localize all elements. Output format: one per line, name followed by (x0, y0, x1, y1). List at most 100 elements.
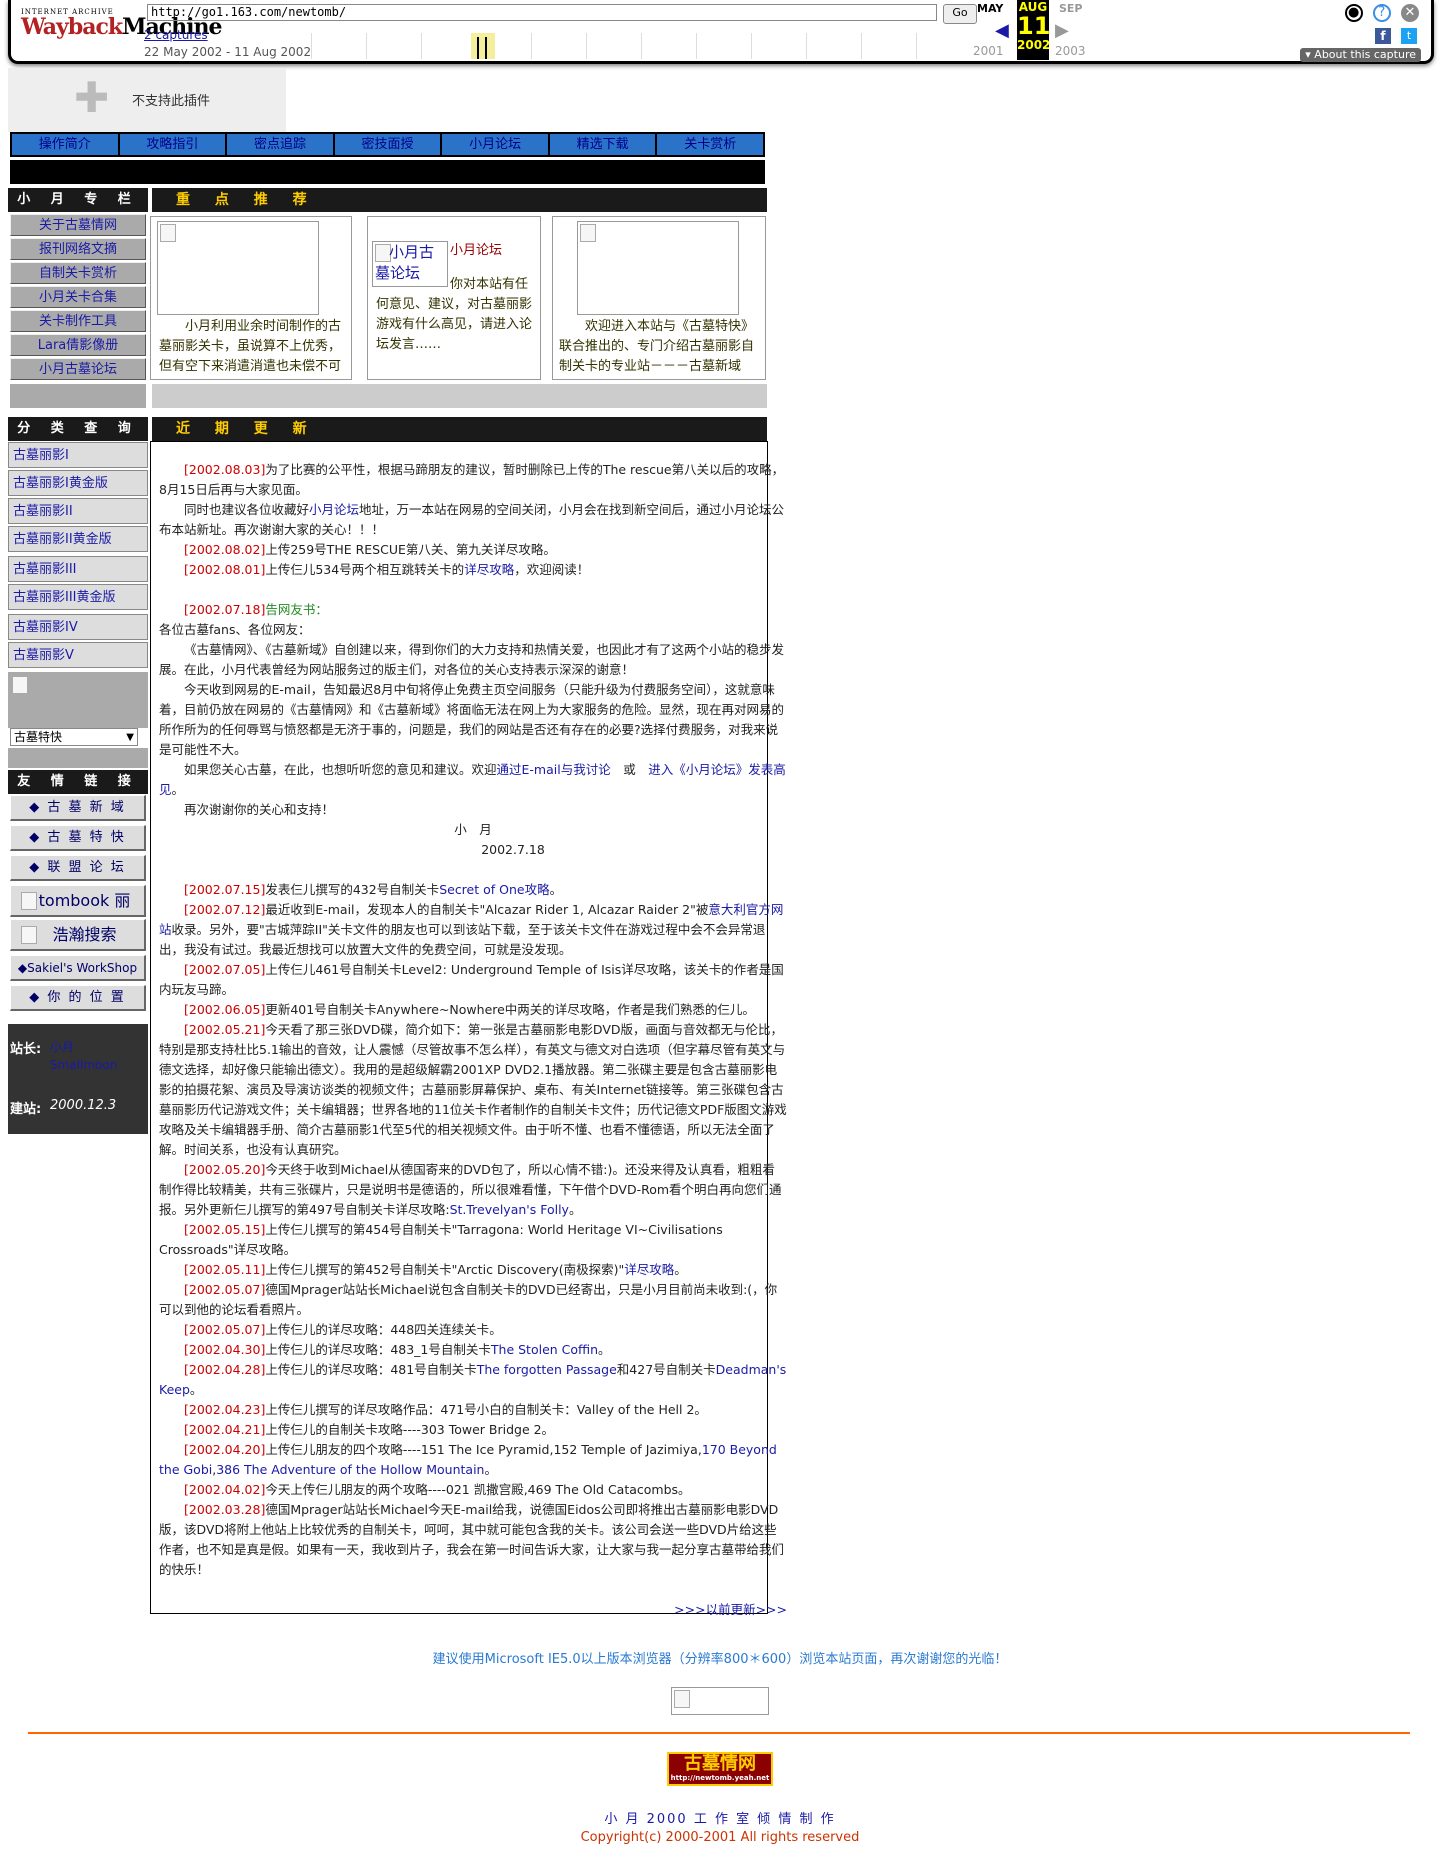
update-entry: [2002.05.07]上传仨儿的详尽攻略：448四关连续关卡。 (159, 1320, 787, 1340)
featured-header: 重 点 推 荐 (152, 188, 767, 212)
category-item[interactable]: 古墓丽影III (8, 556, 148, 582)
category-item[interactable]: 古墓丽影III黄金版 (8, 584, 148, 610)
friend-link[interactable]: ◆ 古 墓 新 域 (10, 795, 146, 821)
update-link[interactable]: 详尽攻略 (624, 1262, 674, 1277)
card-text: 小月利用业余时间制作的古墓丽影关卡，虽说算不上优秀，但有空下来消遣消遣也未偿不可 (159, 319, 342, 374)
letter-paragraph: 今天收到网易的E-mail，告知最迟8月中旬将停止免费主页空间服务（只能升级为付… (159, 682, 785, 757)
column-item[interactable]: 关于古墓情网 (10, 214, 146, 236)
update-entry: [2002.07.15]发表仨儿撰写的432号自制关卡Secret of One… (159, 880, 787, 900)
update-entry: [2002.04.02]今天上传仨儿朋友的两个攻略----021 凯撒宫殿,46… (159, 1480, 787, 1500)
letter-text: 或 (610, 762, 649, 777)
broken-image-icon (12, 676, 28, 694)
capture-date-range: 22 May 2002 - 11 Aug 2002 (144, 45, 312, 59)
older-updates-link[interactable]: >>>以前更新>>> (674, 1602, 787, 1617)
update-link[interactable]: 386 The Adventure of the Hollow Mountain (216, 1462, 484, 1477)
site-logo[interactable]: 古墓情网 http://newtomb.yeah.net (667, 1752, 773, 1786)
nav-item[interactable]: 操作简介 (12, 134, 120, 155)
updates-header: 近 期 更 新 (152, 417, 767, 441)
sparkline-bar (485, 37, 487, 59)
facebook-icon[interactable]: f (1375, 28, 1391, 44)
letter-title: 告网友书： (265, 602, 328, 617)
column-item[interactable]: 小月关卡合集 (10, 286, 146, 308)
close-icon[interactable]: ✕ (1401, 4, 1419, 22)
column-item[interactable]: 关卡制作工具 (10, 310, 146, 332)
update-link[interactable]: St.Trevelyan's Folly (450, 1202, 569, 1217)
owner-name[interactable]: 小月 Smallmoon (50, 1038, 130, 1074)
built-label: 建站: (10, 1102, 42, 1117)
about-capture-button[interactable]: ▾ About this capture (1300, 48, 1421, 62)
nav-item[interactable]: 关卡赏析 (657, 134, 764, 155)
update-entry: [2002.05.11]上传仨儿撰写的第452号自制关卡"Arctic Disc… (159, 1260, 787, 1280)
card-image (157, 221, 319, 315)
update-text: 上传仨儿的自制关卡攻略----303 Tower Bridge 2。 (265, 1422, 555, 1437)
go-button[interactable]: Go (943, 4, 977, 24)
walkthrough-link[interactable]: 详尽攻略 (464, 562, 514, 577)
column-item[interactable]: 自制关卡赏析 (10, 262, 146, 284)
category-item[interactable]: 古墓丽影V (8, 642, 148, 668)
update-entry: [2002.07.05]上传仨儿461号自制关卡Level2: Undergro… (159, 960, 787, 1000)
update-text: 收录。另外，要"古城萍踪II"关卡文件的朋友也可以到该站下载，至于该关卡文件在游… (159, 922, 766, 957)
update-entry: [2002.04.28]上传仨儿的详尽攻略：481号自制关卡The forgot… (159, 1360, 787, 1400)
user-icon[interactable]: ● (1344, 4, 1363, 22)
black-banner (10, 160, 765, 184)
update-text: 今天看了那三张DVD碟，简介如下：第一张是古墓丽影电影DVD版，画面与音效都无与… (159, 1022, 787, 1157)
url-input[interactable]: http://go1.163.com/newtomb/ (147, 4, 937, 21)
forum-link[interactable]: 小月论坛 (309, 502, 359, 517)
nav-item[interactable]: 精选下载 (549, 134, 658, 155)
update-date: [2002.05.11] (184, 1262, 266, 1277)
category-item[interactable]: 古墓丽影II (8, 498, 148, 524)
featured-card[interactable]: 小月古墓论坛 小月论坛 你对本站有任何意见、建议，对古墓丽影游戏有什么高见，请进… (367, 216, 541, 380)
update-link[interactable]: The Stolen Coffin (491, 1342, 598, 1357)
featured-card[interactable]: 欢迎进入本站与《古墓特快》联合推出的、专门介绍古墓丽影自制关卡的专业站－－－古墓… (552, 216, 766, 380)
category-item[interactable]: 古墓丽影II黄金版 (8, 526, 148, 552)
category-item[interactable]: 古墓丽影I黄金版 (8, 470, 148, 496)
update-entry: [2002.04.21]上传仨儿的自制关卡攻略----303 Tower Bri… (159, 1420, 787, 1440)
forum-title[interactable]: 小月论坛 (450, 239, 502, 258)
update-date: [2002.07.15] (184, 882, 266, 897)
column-item[interactable]: 小月古墓论坛 (10, 358, 146, 380)
column-item[interactable]: 报刊网络文摘 (10, 238, 146, 260)
help-icon[interactable]: ? (1372, 4, 1391, 22)
search-site-link[interactable]: 浩瀚搜索 (10, 919, 146, 951)
prev-capture-arrow-icon[interactable]: ◀ (995, 20, 1009, 41)
wayback-logo[interactable]: INTERNET ARCHIVE WaybackMachine (21, 8, 222, 48)
friend-link[interactable]: ◆ 古 墓 特 快 (10, 825, 146, 851)
update-link[interactable]: The forgotten Passage (477, 1362, 617, 1377)
nav-item[interactable]: 小月论坛 (442, 134, 550, 155)
category-item[interactable]: 古墓丽影IV (8, 614, 148, 640)
category-item[interactable]: 古墓丽影I (8, 442, 148, 468)
friend-link[interactable]: ◆ 联 盟 论 坛 (10, 855, 146, 881)
month-prev[interactable]: MAY (977, 2, 1003, 15)
search-site-label: 浩瀚搜索 (52, 925, 117, 944)
update-link[interactable]: Secret of One攻略 (439, 882, 549, 897)
captures-link[interactable]: 2 captures (144, 28, 208, 42)
twitter-icon[interactable]: t (1401, 28, 1417, 44)
nav-item[interactable]: 密点追踪 (227, 134, 335, 155)
tombook-link[interactable]: tombook 丽 (10, 885, 146, 917)
update-text: 上传仨儿534号两个相互跳转关卡的 (265, 562, 465, 577)
workshop-link[interactable]: ◆Sakiel's WorkShop (10, 955, 146, 981)
featured-card[interactable]: 小月利用业余时间制作的古墓丽影关卡，虽说算不上优秀，但有空下来消遣消遣也未偿不可 (150, 216, 352, 380)
divider (28, 1732, 1410, 1734)
site-select[interactable]: 古墓特快 ▼ (10, 728, 138, 746)
email-link[interactable]: 通过E-mail与我讨论 (497, 762, 611, 777)
capture-sparkline[interactable] (311, 33, 971, 59)
update-date: [2002.05.07] (184, 1282, 266, 1297)
plugin-placeholder: ✚ 不支持此插件 (8, 68, 286, 132)
location-link[interactable]: ◆ 你 的 位 置 (10, 985, 146, 1011)
update-text: 上传仨儿的详尽攻略：481号自制关卡 (265, 1362, 477, 1377)
update-date: [2002.04.20] (184, 1442, 266, 1457)
nav-item[interactable]: 密技面授 (334, 134, 443, 155)
category-header: 分 类 查 询 (8, 417, 148, 441)
letter-date: [2002.07.18] (184, 602, 266, 617)
nav-item[interactable]: 攻略指引 (119, 134, 228, 155)
column-item[interactable]: Lara倩影像册 (10, 334, 146, 356)
year-prev[interactable]: 2001 (973, 44, 1004, 58)
update-text: 。 (674, 1262, 687, 1277)
column-header: 小 月 专 栏 (8, 188, 148, 212)
broken-image-icon (580, 224, 596, 242)
update-text: 上传仨儿撰写的第452号自制关卡"Arctic Discovery(南极探索)" (265, 1262, 625, 1277)
update-date: [2002.08.02] (184, 542, 266, 557)
letter-paragraph: 《古墓情网》、《古墓新域》自创建以来，得到你们的大力支持和热情关爱，也因此才有了… (159, 642, 785, 677)
friends-header: 友 情 链 接 (8, 770, 148, 794)
